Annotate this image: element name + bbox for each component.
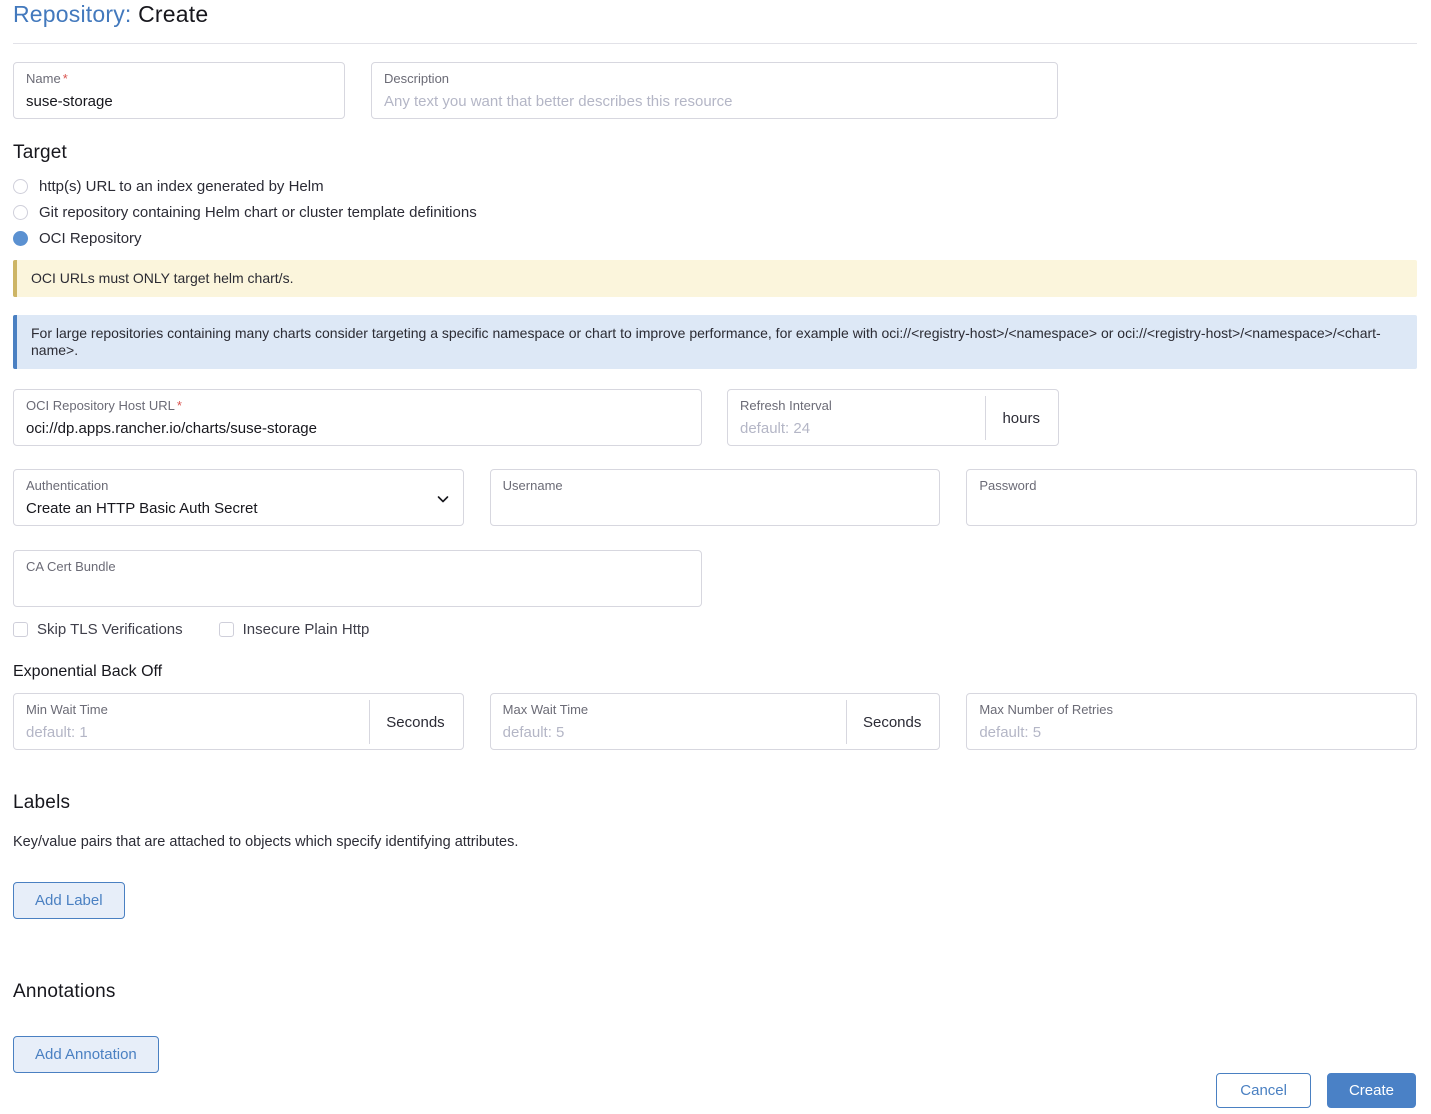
warning-banner: OCI URLs must ONLY target helm chart/s.	[13, 260, 1417, 297]
target-option-git-repository[interactable]: Git repository containing Helm chart or …	[13, 204, 1417, 221]
repository-create-page: Repository: Create Name* Description Tar…	[0, 0, 1431, 1073]
description-input[interactable]	[384, 92, 1045, 112]
header-divider	[13, 43, 1417, 44]
username-label: Username	[503, 478, 928, 494]
min-wait-input[interactable]	[26, 723, 357, 743]
add-annotation-button[interactable]: Add Annotation	[13, 1036, 159, 1073]
username-input[interactable]	[503, 499, 928, 519]
chevron-down-icon[interactable]	[435, 478, 451, 519]
username-field[interactable]: Username	[490, 469, 941, 526]
checkbox-unchecked-icon[interactable]	[13, 622, 28, 637]
ca-cert-input[interactable]	[26, 580, 689, 600]
warning-banner-text: OCI URLs must ONLY target helm chart/s.	[31, 270, 293, 286]
oci-url-label: OCI Repository Host URL*	[26, 398, 689, 414]
max-wait-field[interactable]: Max Wait Time Seconds	[490, 693, 941, 750]
annotations-heading: Annotations	[13, 981, 1417, 1003]
description-field[interactable]: Description	[371, 62, 1058, 119]
max-retries-label: Max Number of Retries	[979, 702, 1404, 718]
name-description-row: Name* Description	[13, 62, 1417, 119]
name-input[interactable]	[26, 92, 332, 112]
authentication-selected-value: Create an HTTP Basic Auth Secret	[26, 499, 427, 519]
backoff-heading: Exponential Back Off	[13, 663, 1417, 681]
max-wait-label: Max Wait Time	[503, 702, 834, 718]
refresh-interval-label: Refresh Interval	[740, 398, 973, 414]
radio-unselected-icon[interactable]	[13, 179, 28, 194]
page-title-mode: Create	[138, 1, 208, 27]
max-retries-field[interactable]: Max Number of Retries	[966, 693, 1417, 750]
required-marker: *	[177, 398, 182, 413]
max-wait-input[interactable]	[503, 723, 834, 743]
min-wait-unit: Seconds	[369, 700, 450, 744]
password-input[interactable]	[979, 499, 1404, 519]
name-label: Name*	[26, 71, 332, 87]
ca-cert-label: CA Cert Bundle	[26, 559, 689, 575]
oci-url-field[interactable]: OCI Repository Host URL*	[13, 389, 702, 446]
create-button[interactable]: Create	[1327, 1073, 1416, 1108]
checkbox-unchecked-icon[interactable]	[219, 622, 234, 637]
radio-unselected-icon[interactable]	[13, 205, 28, 220]
oci-url-input[interactable]	[26, 419, 689, 439]
labels-description: Key/value pairs that are attached to obj…	[13, 834, 1417, 850]
ca-cert-row: CA Cert Bundle	[13, 550, 1417, 607]
labels-heading: Labels	[13, 792, 1417, 814]
ca-cert-field[interactable]: CA Cert Bundle	[13, 550, 702, 607]
info-banner-text: For large repositories containing many c…	[31, 325, 1381, 358]
password-label: Password	[979, 478, 1404, 494]
max-wait-unit: Seconds	[846, 700, 927, 744]
refresh-interval-unit: hours	[985, 396, 1046, 440]
password-field[interactable]: Password	[966, 469, 1417, 526]
target-radio-group: http(s) URL to an index generated by Hel…	[13, 178, 1417, 247]
min-wait-field[interactable]: Min Wait Time Seconds	[13, 693, 464, 750]
required-marker: *	[63, 71, 68, 86]
target-option-http-url[interactable]: http(s) URL to an index generated by Hel…	[13, 178, 1417, 195]
min-wait-label: Min Wait Time	[26, 702, 357, 718]
authentication-row: Authentication Create an HTTP Basic Auth…	[13, 469, 1417, 526]
description-label: Description	[384, 71, 1045, 87]
page-title: Repository: Create	[13, 0, 1417, 28]
cancel-button[interactable]: Cancel	[1216, 1073, 1311, 1108]
authentication-label: Authentication	[26, 478, 427, 494]
max-retries-input[interactable]	[979, 723, 1404, 743]
oci-url-row: OCI Repository Host URL* Refresh Interva…	[13, 389, 1417, 446]
radio-selected-icon[interactable]	[13, 231, 28, 246]
refresh-interval-field[interactable]: Refresh Interval hours	[727, 389, 1059, 446]
page-title-resource: Repository:	[13, 1, 132, 27]
footer-actions: Cancel Create	[1216, 1073, 1416, 1108]
insecure-http-checkbox[interactable]: Insecure Plain Http	[219, 621, 370, 638]
add-label-button[interactable]: Add Label	[13, 882, 125, 919]
info-banner: For large repositories containing many c…	[13, 315, 1417, 369]
refresh-interval-input[interactable]	[740, 419, 973, 439]
target-heading: Target	[13, 142, 1417, 164]
authentication-select[interactable]: Authentication Create an HTTP Basic Auth…	[13, 469, 464, 526]
target-option-oci-repository[interactable]: OCI Repository	[13, 230, 1417, 247]
backoff-row: Min Wait Time Seconds Max Wait Time Seco…	[13, 693, 1417, 750]
tls-options-row: Skip TLS Verifications Insecure Plain Ht…	[13, 621, 1417, 638]
skip-tls-checkbox[interactable]: Skip TLS Verifications	[13, 621, 183, 638]
name-field[interactable]: Name*	[13, 62, 345, 119]
